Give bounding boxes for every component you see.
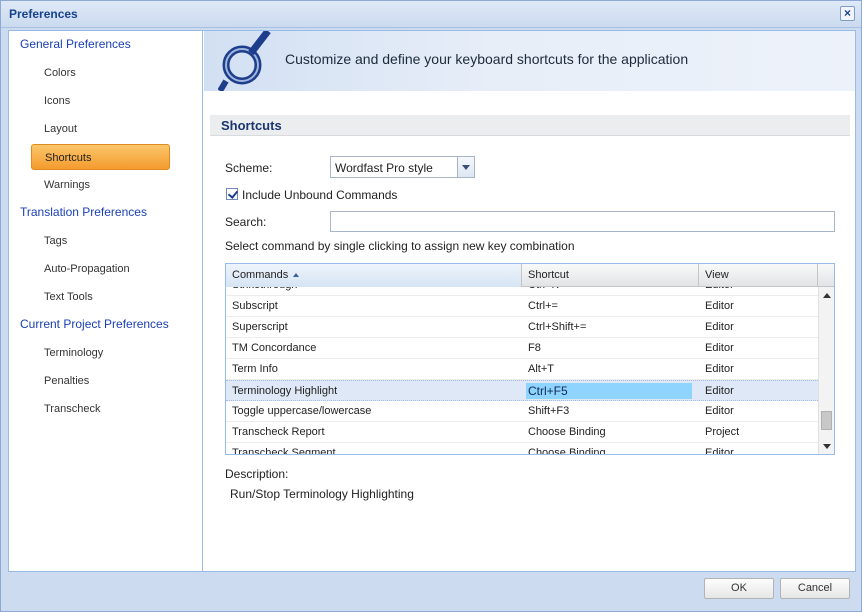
cell-view: Editor	[705, 385, 734, 397]
cell-command: Subscript	[232, 300, 278, 312]
cell-shortcut: Ctrl+K	[528, 287, 700, 295]
chevron-down-icon[interactable]	[457, 157, 474, 177]
content-frame: General Preferences Colors Icons Layout …	[8, 30, 856, 572]
table-row[interactable]: Transcheck Segment Choose Binding Editor	[226, 443, 818, 454]
table-row[interactable]: Strikethrough Ctrl+K Editor	[226, 287, 818, 296]
cell-view: Editor	[705, 405, 734, 417]
sidebar: General Preferences Colors Icons Layout …	[9, 31, 203, 571]
scheme-label: Scheme:	[225, 161, 273, 175]
search-label: Search:	[225, 215, 267, 229]
description-label: Description:	[225, 467, 289, 481]
cell-view: Editor	[705, 447, 734, 454]
cell-command: Transcheck Segment	[232, 447, 336, 454]
cell-command: Strikethrough	[232, 287, 522, 295]
sidebar-item-tags[interactable]: Tags	[31, 228, 170, 254]
wordfast-logo-icon	[218, 31, 271, 91]
cell-command: Superscript	[232, 321, 288, 333]
scheme-value: Wordfast Pro style	[335, 161, 433, 175]
cell-shortcut: Shift+F3	[528, 405, 570, 417]
title-bar[interactable]: Preferences ×	[1, 1, 861, 28]
table-row[interactable]: TM Concordance F8 Editor	[226, 338, 818, 359]
table-row-selected[interactable]: Terminology Highlight Ctrl+F5 Editor	[226, 380, 818, 401]
description-text: Run/Stop Terminology Highlighting	[230, 487, 414, 501]
cell-command: Transcheck Report	[232, 426, 325, 438]
sidebar-item-shortcuts[interactable]: Shortcuts	[31, 144, 170, 170]
sidebar-item-icons[interactable]: Icons	[31, 88, 170, 114]
grid-header: Commands Shortcut View	[226, 264, 834, 287]
scroll-up-icon[interactable]	[823, 293, 831, 298]
banner-text: Customize and define your keyboard short…	[285, 51, 689, 67]
sidebar-item-transcheck[interactable]: Transcheck	[31, 396, 170, 422]
preferences-window: Preferences × General Preferences Colors…	[0, 0, 862, 612]
cell-shortcut: F8	[528, 342, 541, 354]
table-row[interactable]: Toggle uppercase/lowercase Shift+F3 Edit…	[226, 401, 818, 422]
sidebar-item-penalties[interactable]: Penalties	[31, 368, 170, 394]
ok-button[interactable]: OK	[704, 578, 774, 599]
sidebar-item-auto-propagation[interactable]: Auto-Propagation	[31, 256, 170, 282]
column-view-label: View	[705, 269, 729, 281]
cell-view: Editor	[705, 321, 734, 333]
window-title: Preferences	[9, 7, 78, 21]
cell-view: Project	[705, 426, 740, 438]
table-row[interactable]: Transcheck Report Choose Binding Project	[226, 422, 818, 443]
column-commands-label: Commands	[232, 269, 289, 281]
sidebar-item-text-tools[interactable]: Text Tools	[31, 284, 170, 310]
cancel-button[interactable]: Cancel	[780, 578, 850, 599]
banner: Customize and define your keyboard short…	[204, 31, 855, 91]
sidebar-item-colors[interactable]: Colors	[31, 60, 170, 86]
column-header-view[interactable]: View	[699, 264, 818, 287]
search-input[interactable]	[330, 211, 835, 232]
sidebar-group-current-project[interactable]: Current Project Preferences	[20, 317, 169, 331]
shortcuts-grid: Commands Shortcut View Strikethrough Ctr…	[225, 263, 835, 455]
cell-shortcut: Choose Binding	[528, 447, 606, 454]
cell-command: Terminology Highlight	[232, 385, 338, 397]
cell-shortcut: Ctrl+=	[528, 300, 558, 312]
sort-ascending-icon	[293, 273, 300, 278]
table-row[interactable]: Subscript Ctrl+= Editor	[226, 296, 818, 317]
cell-shortcut: Choose Binding	[528, 426, 606, 438]
scheme-select[interactable]: Wordfast Pro style	[330, 156, 475, 178]
cell-view: Editor	[705, 287, 815, 295]
scroll-down-icon[interactable]	[823, 444, 831, 449]
sidebar-item-terminology[interactable]: Terminology	[31, 340, 170, 366]
table-row[interactable]: Superscript Ctrl+Shift+= Editor	[226, 317, 818, 338]
cell-view: Editor	[705, 300, 734, 312]
column-shortcut-label: Shortcut	[528, 269, 569, 281]
scroll-thumb[interactable]	[821, 411, 832, 430]
include-unbound-checkbox[interactable]	[226, 188, 238, 200]
column-header-shortcut[interactable]: Shortcut	[522, 264, 699, 287]
grid-vertical-scrollbar[interactable]	[818, 287, 834, 454]
column-header-commands[interactable]: Commands	[226, 264, 522, 287]
cell-shortcut: Alt+T	[528, 363, 554, 375]
section-title: Shortcuts	[221, 118, 282, 133]
grid-body: Strikethrough Ctrl+K Editor Subscript Ct…	[226, 287, 818, 454]
main-panel: Customize and define your keyboard short…	[204, 31, 855, 571]
sidebar-group-general[interactable]: General Preferences	[20, 37, 131, 51]
shortcut-binding-editor[interactable]: Ctrl+F5	[526, 383, 692, 399]
sidebar-item-warnings[interactable]: Warnings	[31, 172, 170, 198]
include-unbound-label[interactable]: Include Unbound Commands	[242, 188, 397, 202]
close-icon[interactable]: ×	[840, 6, 855, 21]
section-header: Shortcuts	[210, 115, 850, 136]
sidebar-item-layout[interactable]: Layout	[31, 116, 170, 142]
cell-command: TM Concordance	[232, 342, 317, 354]
cell-view: Editor	[705, 363, 734, 375]
cell-view: Editor	[705, 342, 734, 354]
cell-shortcut: Ctrl+Shift+=	[528, 321, 587, 333]
hint-text: Select command by single clicking to ass…	[225, 239, 575, 253]
cell-command: Toggle uppercase/lowercase	[232, 405, 372, 417]
table-row[interactable]: Term Info Alt+T Editor	[226, 359, 818, 380]
sidebar-group-translation[interactable]: Translation Preferences	[20, 205, 147, 219]
cell-command: Term Info	[232, 363, 278, 375]
grid-rows: Strikethrough Ctrl+K Editor Subscript Ct…	[226, 287, 818, 454]
